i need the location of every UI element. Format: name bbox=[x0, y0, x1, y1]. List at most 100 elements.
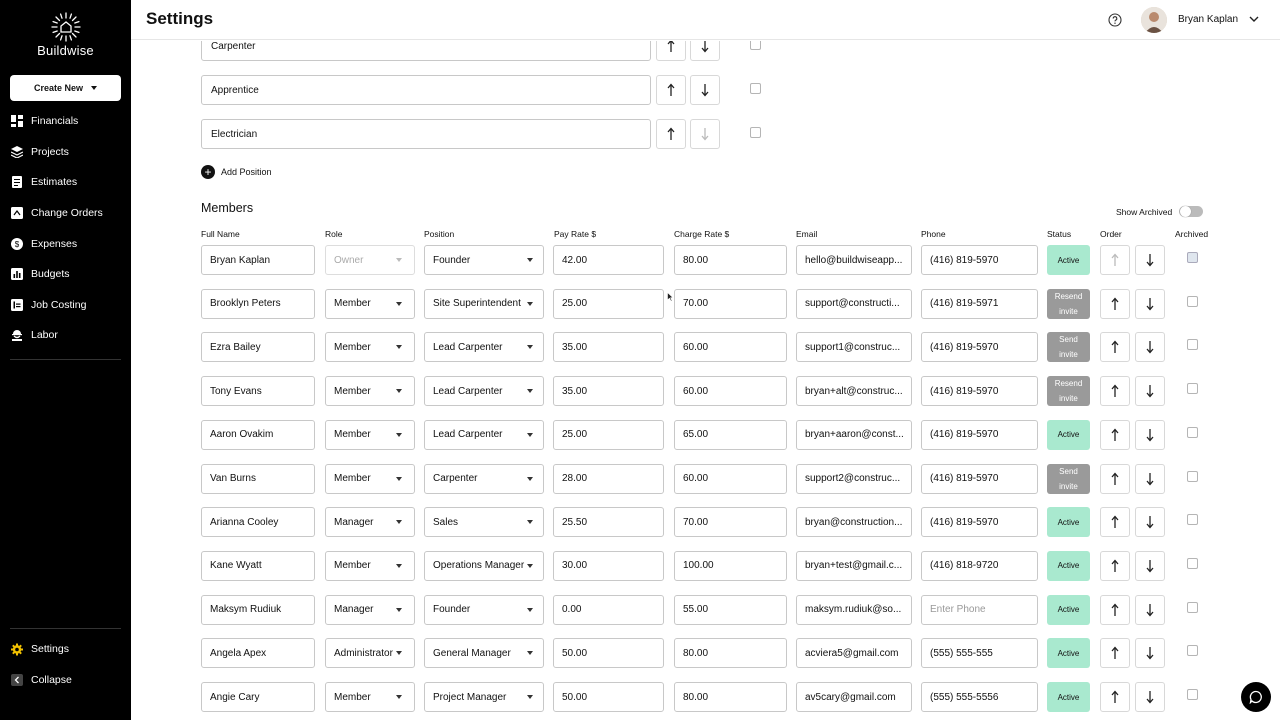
full-name-input[interactable]: Tony Evans bbox=[201, 376, 315, 407]
move-down-button[interactable] bbox=[1135, 594, 1165, 625]
charge-rate-input[interactable]: 55.00 bbox=[674, 594, 787, 625]
send-invite-button[interactable]: Send invite bbox=[1047, 332, 1090, 363]
resend-invite-button[interactable]: Resend invite bbox=[1047, 376, 1090, 407]
role-select[interactable]: Member bbox=[325, 682, 415, 712]
full-name-input[interactable]: Angela Apex bbox=[201, 638, 315, 669]
charge-rate-input[interactable]: 80.00 bbox=[674, 682, 787, 712]
charge-rate-input[interactable]: 60.00 bbox=[674, 332, 787, 363]
phone-input[interactable]: (416) 819-5970 bbox=[921, 463, 1038, 494]
phone-input[interactable]: (555) 555-555 bbox=[921, 638, 1038, 669]
position-select[interactable]: Lead Carpenter bbox=[424, 419, 544, 450]
sidebar-item-labor[interactable]: Labor bbox=[0, 320, 131, 351]
move-down-button[interactable] bbox=[690, 41, 720, 61]
move-down-button[interactable] bbox=[1135, 682, 1165, 712]
move-down-button[interactable] bbox=[1135, 376, 1165, 407]
pay-rate-input[interactable]: 35.00 bbox=[553, 332, 664, 363]
pay-rate-input[interactable]: 28.00 bbox=[553, 463, 664, 494]
archived-checkbox[interactable] bbox=[1187, 689, 1198, 700]
add-position-button[interactable]: + Add Position bbox=[201, 165, 272, 179]
move-down-button[interactable] bbox=[1135, 419, 1165, 450]
full-name-input[interactable]: Aaron Ovakim bbox=[201, 419, 315, 450]
position-select[interactable]: Carpenter bbox=[424, 463, 544, 494]
pay-rate-input[interactable]: 50.00 bbox=[553, 682, 664, 712]
sidebar-item-budgets[interactable]: Budgets bbox=[0, 259, 131, 290]
email-input[interactable]: support@constructi... bbox=[796, 288, 912, 319]
pay-rate-input[interactable]: 30.00 bbox=[553, 550, 664, 581]
sidebar-item-settings[interactable]: Settings bbox=[0, 634, 131, 665]
sidebar-item-change-orders[interactable]: Change Orders bbox=[0, 198, 131, 229]
pay-rate-input[interactable]: 50.00 bbox=[553, 638, 664, 669]
move-up-button[interactable] bbox=[1100, 594, 1130, 625]
position-select[interactable]: Founder bbox=[424, 594, 544, 625]
email-input[interactable]: bryan+alt@construc... bbox=[796, 376, 912, 407]
pay-rate-input[interactable]: 35.00 bbox=[553, 376, 664, 407]
role-select[interactable]: Member bbox=[325, 550, 415, 581]
archived-checkbox[interactable] bbox=[1187, 601, 1198, 613]
email-input[interactable]: bryan+test@gmail.c... bbox=[796, 550, 912, 581]
move-up-button[interactable] bbox=[1100, 419, 1130, 450]
phone-input[interactable]: (416) 818-9720 bbox=[921, 550, 1038, 581]
send-invite-button[interactable]: Send invite bbox=[1047, 463, 1090, 494]
archived-checkbox[interactable] bbox=[1187, 470, 1198, 482]
move-down-button[interactable] bbox=[1135, 245, 1165, 275]
position-select[interactable]: Operations Manager bbox=[424, 550, 544, 581]
phone-input[interactable]: (416) 819-5970 bbox=[921, 376, 1038, 407]
archived-checkbox[interactable] bbox=[750, 127, 761, 138]
sidebar-item-expenses[interactable]: $ Expenses bbox=[0, 228, 131, 259]
position-select[interactable]: Site Superintendent bbox=[424, 288, 544, 319]
position-select[interactable]: Founder bbox=[424, 245, 544, 275]
help-icon[interactable] bbox=[1108, 13, 1122, 27]
move-up-button[interactable] bbox=[1100, 376, 1130, 407]
archived-checkbox[interactable] bbox=[1187, 645, 1198, 657]
full-name-input[interactable]: Arianna Cooley bbox=[201, 507, 315, 538]
position-name-input[interactable]: Electrician bbox=[201, 119, 651, 149]
position-select[interactable]: Sales bbox=[424, 507, 544, 538]
sidebar-item-financials[interactable]: Financials bbox=[0, 106, 131, 137]
create-new-button[interactable]: Create New bbox=[10, 75, 121, 101]
full-name-input[interactable]: Ezra Bailey bbox=[201, 332, 315, 363]
move-up-button[interactable] bbox=[1100, 507, 1130, 538]
move-up-button[interactable] bbox=[656, 119, 686, 149]
move-down-button[interactable] bbox=[1135, 463, 1165, 494]
chevron-down-icon[interactable] bbox=[1249, 14, 1259, 24]
position-name-input[interactable]: Carpenter bbox=[201, 41, 651, 61]
archived-checkbox[interactable] bbox=[1187, 514, 1198, 526]
move-up-button[interactable] bbox=[656, 75, 686, 105]
role-select[interactable]: Member bbox=[325, 463, 415, 494]
move-down-button[interactable] bbox=[690, 119, 720, 149]
charge-rate-input[interactable]: 80.00 bbox=[674, 245, 787, 275]
move-down-button[interactable] bbox=[1135, 507, 1165, 538]
phone-input[interactable]: (416) 819-5970 bbox=[921, 419, 1038, 450]
email-input[interactable]: hello@buildwiseapp... bbox=[796, 245, 912, 275]
pay-rate-input[interactable]: 25.00 bbox=[553, 419, 664, 450]
email-input[interactable]: av5cary@gmail.com bbox=[796, 682, 912, 712]
charge-rate-input[interactable]: 60.00 bbox=[674, 463, 787, 494]
phone-input[interactable]: (555) 555-5556 bbox=[921, 682, 1038, 712]
email-input[interactable]: bryan+aaron@const... bbox=[796, 419, 912, 450]
role-select[interactable]: Member bbox=[325, 332, 415, 363]
full-name-input[interactable]: Bryan Kaplan bbox=[201, 245, 315, 275]
full-name-input[interactable]: Brooklyn Peters bbox=[201, 288, 315, 319]
move-down-button[interactable] bbox=[1135, 288, 1165, 319]
charge-rate-input[interactable]: 70.00 bbox=[674, 507, 787, 538]
archived-checkbox[interactable] bbox=[750, 41, 761, 50]
phone-input[interactable]: (416) 819-5970 bbox=[921, 245, 1038, 275]
user-name[interactable]: Bryan Kaplan bbox=[1178, 14, 1238, 25]
move-down-button[interactable] bbox=[1135, 332, 1165, 363]
position-select[interactable]: Lead Carpenter bbox=[424, 332, 544, 363]
sidebar-item-collapse[interactable]: Collapse bbox=[0, 665, 131, 696]
charge-rate-input[interactable]: 70.00 bbox=[674, 288, 787, 319]
email-input[interactable]: support1@construc... bbox=[796, 332, 912, 363]
email-input[interactable]: support2@construc... bbox=[796, 463, 912, 494]
phone-input[interactable]: (416) 819-5971 bbox=[921, 288, 1038, 319]
charge-rate-input[interactable]: 80.00 bbox=[674, 638, 787, 669]
full-name-input[interactable]: Van Burns bbox=[201, 463, 315, 494]
charge-rate-input[interactable]: 65.00 bbox=[674, 419, 787, 450]
full-name-input[interactable]: Kane Wyatt bbox=[201, 550, 315, 581]
move-up-button[interactable] bbox=[656, 41, 686, 61]
position-name-input[interactable]: Apprentice bbox=[201, 75, 651, 105]
pay-rate-input[interactable]: 0.00 bbox=[553, 594, 664, 625]
role-select[interactable]: Administrator bbox=[325, 638, 415, 669]
position-select[interactable]: Project Manager bbox=[424, 682, 544, 712]
show-archived-toggle[interactable] bbox=[1179, 206, 1203, 217]
